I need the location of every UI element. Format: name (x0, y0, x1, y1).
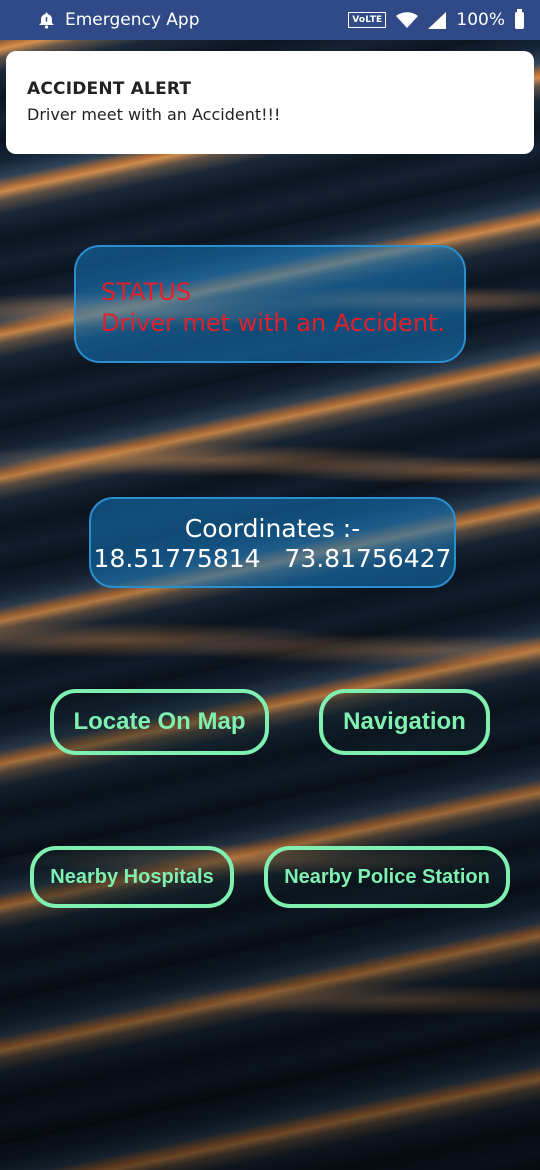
status-label: STATUS (101, 278, 192, 306)
notification-title: ACCIDENT ALERT (27, 79, 192, 99)
accident-notification[interactable]: ACCIDENT ALERT Driver meet with an Accid… (6, 51, 534, 154)
status-card: STATUS Driver met with an Accident. (74, 245, 466, 363)
nearby-police-station-button[interactable]: Nearby Police Station (264, 846, 510, 908)
coordinates-values: 18.51775814 73.81756427 (91, 544, 454, 574)
nearby-hospitals-button[interactable]: Nearby Hospitals (30, 846, 234, 908)
coordinates-label: Coordinates :- (184, 514, 361, 543)
wifi-icon (396, 11, 419, 28)
battery-percent: 100% (456, 10, 505, 30)
app-screen: Emergency App VoLTE 100% ACCIDENT ALERT … (0, 0, 540, 1170)
volte-badge: VoLTE (348, 12, 387, 28)
navigation-button[interactable]: Navigation (319, 689, 490, 755)
status-icons: VoLTE 100% (348, 8, 524, 30)
longitude-value: 73.81756427 (284, 544, 452, 573)
coordinates-card: Coordinates :- 18.51775814 73.81756427 (89, 497, 456, 588)
alarm-icon (39, 12, 54, 29)
signal-icon (428, 11, 447, 29)
latitude-value: 18.51775814 (93, 544, 261, 573)
status-message: Driver met with an Accident. (101, 309, 446, 337)
status-bar: Emergency App VoLTE 100% (0, 0, 540, 40)
coordinates-separator (269, 544, 277, 573)
locate-on-map-button[interactable]: Locate On Map (50, 689, 269, 755)
battery-icon (515, 8, 524, 29)
app-name: Emergency App (65, 10, 200, 30)
notification-body: Driver meet with an Accident!!! (27, 105, 281, 124)
